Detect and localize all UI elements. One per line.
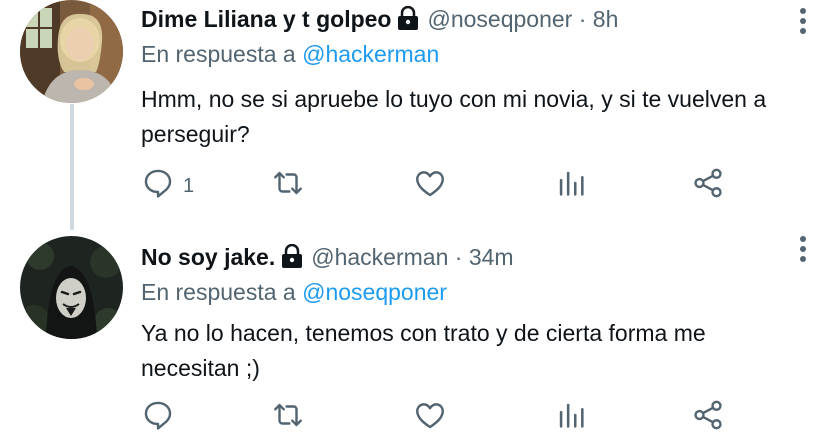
share-icon bbox=[691, 398, 725, 438]
like-icon bbox=[413, 166, 447, 206]
handle[interactable]: @noseqponer bbox=[427, 6, 572, 32]
reply-prefix: En respuesta a bbox=[141, 41, 296, 67]
reply-mention-link[interactable]: @noseqponer bbox=[302, 279, 447, 305]
reply-count: 1 bbox=[183, 174, 195, 197]
tweet-header: No soy jake. @hackerman · 34m bbox=[141, 240, 514, 277]
tweet-content: No soy jake. @hackerman · 34m En respuest… bbox=[141, 240, 808, 443]
reply-context: En respuesta a @noseqponer bbox=[141, 276, 447, 308]
timestamp[interactable]: 8h bbox=[593, 6, 619, 32]
lock-icon bbox=[397, 5, 419, 39]
like-button[interactable] bbox=[413, 398, 455, 438]
more-icon[interactable] bbox=[798, 8, 808, 38]
more-icon[interactable] bbox=[798, 236, 808, 266]
reply-mention-link[interactable]: @hackerman bbox=[302, 41, 439, 67]
reply-prefix: En respuesta a bbox=[141, 279, 296, 305]
display-name[interactable]: No soy jake. bbox=[141, 244, 275, 270]
timestamp[interactable]: 34m bbox=[469, 244, 514, 270]
tweet[interactable]: No soy jake. @hackerman · 34m En respuest… bbox=[0, 228, 828, 443]
reply-button[interactable] bbox=[141, 398, 183, 438]
tweet-content: Dime Liliana y t golpeo @noseqponer · 8h … bbox=[141, 2, 808, 226]
display-name[interactable]: Dime Liliana y t golpeo bbox=[141, 6, 391, 32]
separator: · bbox=[578, 6, 587, 32]
lock-icon bbox=[281, 243, 303, 277]
tweet-text: Hmm, no se si apruebe lo tuyo con mi nov… bbox=[141, 86, 773, 147]
tweet[interactable]: Dime Liliana y t golpeo @noseqponer · 8h … bbox=[0, 0, 828, 226]
retweet-icon bbox=[271, 166, 305, 206]
retweet-button[interactable] bbox=[271, 166, 313, 206]
share-button[interactable] bbox=[691, 398, 725, 438]
share-button[interactable] bbox=[691, 166, 725, 206]
avatar[interactable] bbox=[20, 236, 123, 339]
handle[interactable]: @hackerman bbox=[311, 244, 448, 270]
like-icon bbox=[413, 398, 447, 438]
action-bar: 1 bbox=[141, 166, 781, 206]
reply-icon bbox=[141, 398, 175, 438]
tweet-text: Ya no lo hacen, tenemos con trato y de c… bbox=[141, 320, 713, 381]
avatar[interactable] bbox=[20, 0, 123, 103]
analytics-icon bbox=[554, 398, 588, 438]
analytics-button[interactable] bbox=[554, 398, 588, 438]
retweet-icon bbox=[271, 398, 305, 438]
reply-icon bbox=[141, 166, 175, 206]
tweet-header: Dime Liliana y t golpeo @noseqponer · 8h bbox=[141, 2, 618, 39]
like-button[interactable] bbox=[413, 166, 455, 206]
share-icon bbox=[691, 166, 725, 206]
analytics-button[interactable] bbox=[554, 166, 588, 206]
reply-button[interactable]: 1 bbox=[141, 166, 194, 206]
separator: · bbox=[454, 244, 463, 270]
retweet-button[interactable] bbox=[271, 398, 313, 438]
analytics-icon bbox=[554, 166, 588, 206]
reply-context: En respuesta a @hackerman bbox=[141, 38, 439, 70]
action-bar bbox=[141, 398, 781, 438]
